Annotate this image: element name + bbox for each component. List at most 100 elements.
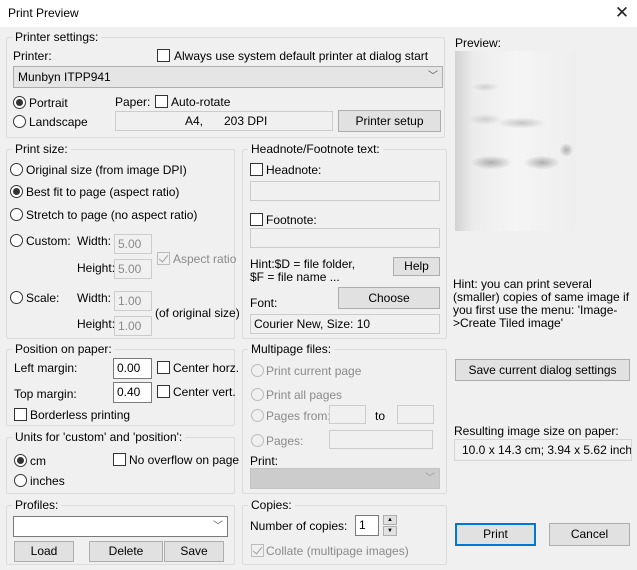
print-current-page-label: Print current page (266, 364, 362, 378)
custom-label: Custom: (26, 234, 71, 248)
delete-profile-button[interactable]: Delete (89, 541, 163, 562)
landscape-radio[interactable] (13, 115, 26, 128)
center-vert-checkbox[interactable] (157, 385, 170, 398)
choose-font-button[interactable]: Choose (338, 287, 440, 309)
borderless-checkbox[interactable] (14, 408, 27, 421)
headnote-input[interactable] (250, 181, 440, 201)
save-profile-button[interactable]: Save (164, 541, 224, 562)
portrait-radio[interactable] (13, 96, 26, 109)
preview-image (455, 51, 576, 231)
footnote-input[interactable] (250, 228, 440, 248)
chevron-down-icon: ﹀ (425, 473, 435, 484)
scale-height-input[interactable]: 1.00 (114, 316, 152, 336)
best-fit-radio[interactable] (10, 185, 23, 198)
inches-radio[interactable] (14, 474, 27, 487)
tiling-hint: Hint: you can print several (smaller) co… (453, 277, 630, 330)
auto-rotate-checkbox[interactable] (155, 95, 168, 108)
custom-radio[interactable] (10, 234, 23, 247)
pages-radio[interactable] (251, 434, 264, 447)
custom-width-input[interactable]: 5.00 (114, 234, 152, 254)
printer-select[interactable]: Munbyn ITPP941 ﹀ (13, 66, 443, 88)
close-icon[interactable]: ✕ (612, 3, 632, 23)
help-button[interactable]: Help (393, 257, 440, 276)
units-label: Units for 'custom' and 'position': (12, 430, 186, 444)
number-of-copies-label: Number of copies: (250, 519, 348, 533)
load-profile-button[interactable]: Load (14, 541, 74, 562)
copies-down-button[interactable]: ▼ (383, 526, 397, 536)
paper-label: Paper: (115, 95, 151, 109)
left-margin-label: Left margin: (14, 361, 78, 375)
always-default-label: Always use system default printer at dia… (174, 49, 429, 63)
aspect-ratio-checkbox[interactable] (157, 252, 170, 265)
chevron-down-icon: ﹀ (428, 71, 438, 82)
scale-height-label: Height: (77, 317, 116, 331)
chevron-down-icon: ﹀ (213, 521, 223, 532)
print-current-page-radio[interactable] (251, 364, 264, 377)
paper-size: A4, (185, 114, 204, 128)
paper-dpi: 203 DPI (224, 114, 268, 128)
footnote-label: Footnote: (266, 213, 317, 227)
copies-up-button[interactable]: ▲ (383, 515, 397, 525)
printer-settings-label: Printer settings: (12, 30, 102, 44)
aspect-ratio-label: Aspect ratio (173, 252, 237, 266)
headnote-group-label: Headnote/Footnote text: (248, 142, 383, 156)
to-label: to (375, 409, 386, 423)
original-size-radio[interactable] (10, 163, 23, 176)
print-all-pages-label: Print all pages (266, 388, 343, 402)
stretch-label: Stretch to page (no aspect ratio) (26, 208, 198, 222)
custom-height-input[interactable]: 5.00 (114, 259, 152, 279)
multipage-label: Multipage files: (248, 342, 335, 356)
cm-label: cm (30, 454, 46, 468)
scale-radio[interactable] (10, 291, 23, 304)
print-label: Print: (250, 454, 279, 468)
paper-info-field: A4, 203 DPI (115, 111, 333, 131)
center-vert-label: Center vert. (173, 385, 236, 399)
borderless-label: Borderless printing (30, 408, 131, 422)
number-of-copies-input[interactable]: 1 (355, 515, 379, 536)
pages-from-input[interactable] (329, 405, 366, 424)
print-size-label: Print size: (12, 142, 71, 156)
profiles-select[interactable]: ﹀ (13, 516, 228, 537)
hint-line-2: $F = file name ... (250, 270, 340, 284)
print-all-pages-radio[interactable] (251, 388, 264, 401)
font-value-field: Courier New, Size: 10 (250, 314, 440, 334)
cm-radio[interactable] (14, 454, 27, 467)
landscape-label: Landscape (29, 115, 88, 129)
no-overflow-checkbox[interactable] (113, 453, 126, 466)
copies-label: Copies: (248, 498, 295, 512)
scale-label: Scale: (26, 291, 60, 305)
printer-label: Printer: (13, 49, 52, 63)
headnote-label: Headnote: (266, 163, 322, 177)
left-margin-input[interactable]: 0.00 (113, 358, 152, 379)
cancel-button[interactable]: Cancel (549, 523, 630, 546)
pages-input[interactable] (329, 430, 433, 449)
stretch-radio[interactable] (10, 208, 23, 221)
pages-to-input[interactable] (397, 405, 434, 424)
pages-from-radio[interactable] (251, 409, 264, 422)
always-default-checkbox[interactable] (157, 49, 170, 62)
font-label: Font: (250, 296, 278, 310)
result-size-label: Resulting image size on paper: (454, 424, 619, 438)
collate-checkbox[interactable] (251, 544, 264, 557)
custom-width-label: Width: (77, 234, 112, 248)
profiles-label: Profiles: (12, 498, 62, 512)
printer-select-value: Munbyn ITPP941 (18, 70, 111, 84)
scale-width-label: Width: (77, 291, 112, 305)
printer-setup-button[interactable]: Printer setup (338, 110, 441, 132)
original-size-label: Original size (from image DPI) (26, 163, 187, 177)
of-original-label: (of original size) (155, 306, 240, 320)
scale-width-input[interactable]: 1.00 (114, 291, 152, 311)
collate-label: Collate (multipage images) (266, 544, 409, 558)
center-horz-checkbox[interactable] (157, 361, 170, 374)
pages-from-label: Pages from: (266, 409, 331, 423)
preview-label: Preview: (455, 36, 502, 50)
headnote-checkbox[interactable] (250, 163, 263, 176)
print-select[interactable]: ﹀ (250, 468, 440, 489)
portrait-label: Portrait (29, 96, 68, 110)
footnote-checkbox[interactable] (250, 213, 263, 226)
print-button[interactable]: Print (455, 523, 536, 546)
inches-label: inches (30, 474, 65, 488)
pages-label: Pages: (266, 434, 304, 448)
top-margin-input[interactable]: 0.40 (113, 382, 152, 403)
save-dialog-settings-button[interactable]: Save current dialog settings (455, 359, 630, 381)
